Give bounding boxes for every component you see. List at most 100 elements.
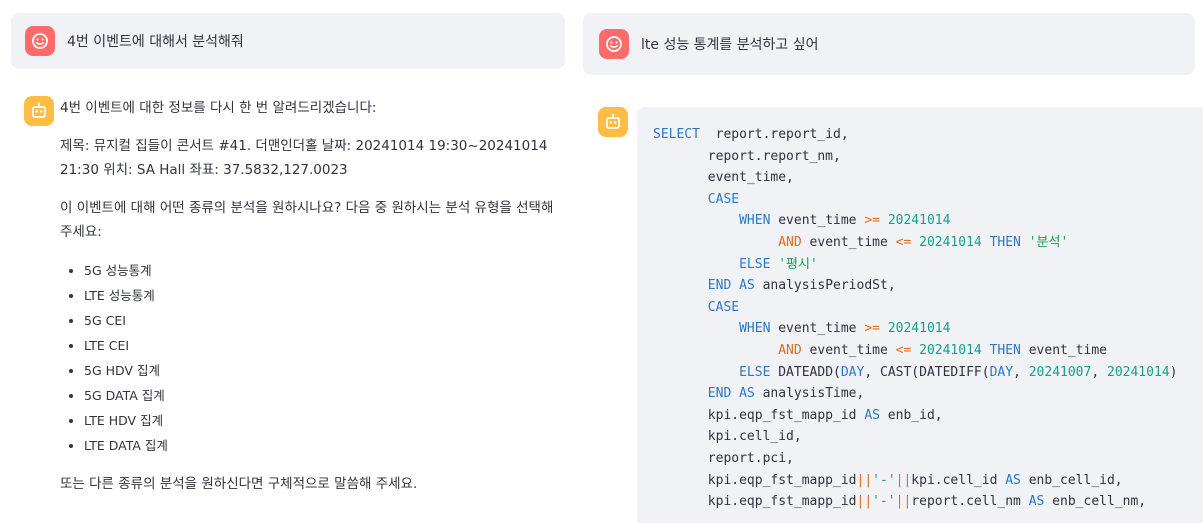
assistant-avatar xyxy=(24,96,54,126)
code-line: END AS analysisTime, xyxy=(653,383,1203,405)
code-token: kpi.eqp_fst_mapp_id xyxy=(653,494,857,510)
code-token: event_time xyxy=(770,321,865,337)
code-token: report.cell_nm xyxy=(911,494,1029,510)
code-token: <= xyxy=(895,342,912,358)
code-token: 20241014 xyxy=(887,321,951,337)
code-token: CASE xyxy=(707,299,740,315)
code-token: report.report_id, xyxy=(699,127,849,142)
code-token: event_time xyxy=(1020,342,1107,358)
code-token: >= xyxy=(864,213,880,229)
smiley-icon xyxy=(32,33,48,49)
code-line: WHEN event_time >= 20241014 xyxy=(653,318,1203,340)
code-token: 20241014 xyxy=(919,234,982,250)
code-token: DATEADD( xyxy=(770,364,841,380)
code-token: , CAST(DATEDIFF( xyxy=(864,364,990,380)
code-line: ELSE '평시' xyxy=(653,254,1203,276)
code-line: WHEN event_time >= 20241014 xyxy=(653,210,1203,232)
sql-code-block: SELECT report.report_id, report.report_n… xyxy=(637,107,1203,523)
code-token: report.report_nm, xyxy=(653,148,841,164)
code-token: kpi.eqp_fst_mapp_id xyxy=(653,472,857,488)
code-line: kpi.cell_id, xyxy=(653,426,1203,448)
code-token: || xyxy=(856,494,873,510)
code-line: END AS analysisPeriodSt, xyxy=(653,275,1203,297)
list-item: LTE CEI xyxy=(84,333,569,358)
code-token: || xyxy=(856,472,873,488)
user-message-left: 4번 이벤트에 대해서 분석해줘 xyxy=(11,13,565,69)
code-line: event_time, xyxy=(653,167,1203,189)
assistant-closing: 또는 다른 종류의 분석을 원하신다면 구체적으로 말씀해 주세요. xyxy=(60,476,418,492)
code-token: 20241007 xyxy=(1028,364,1092,380)
code-token: END AS xyxy=(707,278,755,294)
robot-icon xyxy=(32,102,46,118)
code-token: AND xyxy=(778,342,802,358)
code-token: AND xyxy=(778,234,802,250)
code-token: event_time xyxy=(770,213,865,229)
code-token: event_time xyxy=(801,342,896,358)
code-token: WHEN xyxy=(739,213,771,229)
code-token: '-' xyxy=(872,472,896,488)
code-token: >= xyxy=(864,321,880,337)
code-token: 20241014 xyxy=(887,213,951,229)
code-token: SELECT xyxy=(653,127,700,142)
code-token: , xyxy=(1013,364,1029,380)
code-token: , xyxy=(1091,364,1107,380)
code-token: report.pci, xyxy=(653,450,794,466)
user-avatar xyxy=(25,26,55,56)
code-line: kpi.eqp_fst_mapp_id||'-'||report.cell_nm… xyxy=(653,491,1203,513)
code-token: event_time, xyxy=(653,170,794,186)
robot-icon xyxy=(606,113,620,129)
code-token: kpi.eqp_fst_mapp_id xyxy=(653,407,865,423)
code-token: enb_cell_id, xyxy=(1020,472,1123,488)
assistant-intro: 4번 이벤트에 대한 정보를 다시 한 번 알려드리겠습니다: xyxy=(60,100,377,116)
code-line: report.pci, xyxy=(653,448,1203,470)
analysis-question: 이 이벤트에 대해 어떤 종류의 분석을 원하시나요? 다음 중 원하시는 분석… xyxy=(60,200,554,240)
code-token: enb_cell_nm, xyxy=(1044,494,1147,510)
code-token: '-' xyxy=(872,494,896,510)
code-token: || xyxy=(895,494,912,510)
code-token: AS xyxy=(864,407,880,423)
code-token: '분석' xyxy=(1028,234,1069,250)
code-token: END AS xyxy=(707,386,755,402)
assistant-avatar xyxy=(598,107,628,137)
smiley-icon xyxy=(606,36,622,52)
assistant-message: 4번 이벤트에 대한 정보를 다시 한 번 알려드리겠습니다: 제목: 뮤지컬 … xyxy=(24,96,569,510)
user-message-text: 4번 이벤트에 대해서 분석해줘 xyxy=(67,34,244,50)
list-item: 5G DATA 집계 xyxy=(84,383,569,408)
list-item: LTE HDV 집계 xyxy=(84,408,569,433)
code-line: CASE xyxy=(653,297,1203,319)
code-line: AND event_time <= 20241014 THEN '분석' xyxy=(653,232,1203,254)
assistant-message-body: 4번 이벤트에 대한 정보를 다시 한 번 알려드리겠습니다: 제목: 뮤지컬 … xyxy=(60,96,569,496)
code-token: AS xyxy=(1028,494,1045,510)
code-token: THEN xyxy=(989,342,1021,358)
code-token: CASE xyxy=(707,191,740,207)
analysis-options-list: 5G 성능통계 LTE 성능통계 5G CEI LTE CEI 5G HDV 집… xyxy=(60,258,569,458)
user-avatar xyxy=(599,29,629,59)
code-token: DAY xyxy=(989,364,1014,380)
list-item: 5G 성능통계 xyxy=(84,258,569,283)
code-token: enb_id, xyxy=(879,407,943,423)
code-token: ELSE xyxy=(739,256,771,272)
code-line: SELECT report.report_id, xyxy=(653,124,1203,146)
code-line: report.report_nm, xyxy=(653,146,1203,168)
code-token: DAY xyxy=(840,364,865,380)
code-token: '평시' xyxy=(778,256,818,272)
code-token: ELSE xyxy=(739,364,771,380)
code-token: event_time xyxy=(801,234,896,250)
code-line: kpi.eqp_fst_mapp_id AS enb_id, xyxy=(653,405,1203,427)
event-info: 제목: 뮤지컬 집들이 콘서트 #41. 더맨인더홀 날짜: 20241014 … xyxy=(60,138,548,178)
